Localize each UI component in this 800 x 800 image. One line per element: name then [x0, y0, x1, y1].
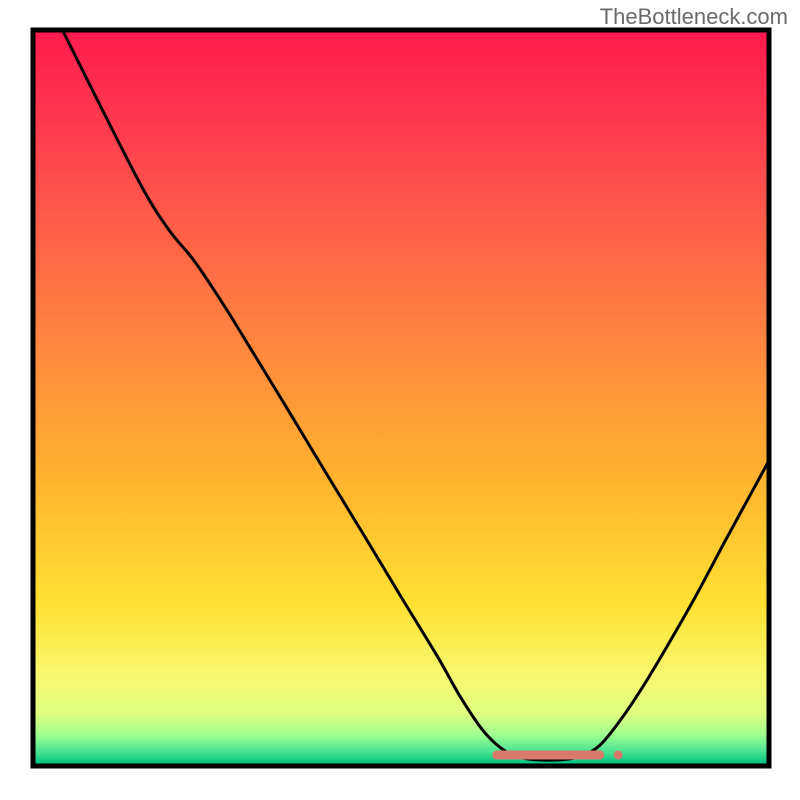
watermark-text: TheBottleneck.com: [600, 4, 788, 30]
bottleneck-chart: [0, 0, 800, 800]
highlight-dot: [614, 750, 623, 759]
chart-container: TheBottleneck.com: [0, 0, 800, 800]
plot-background: [35, 32, 767, 764]
